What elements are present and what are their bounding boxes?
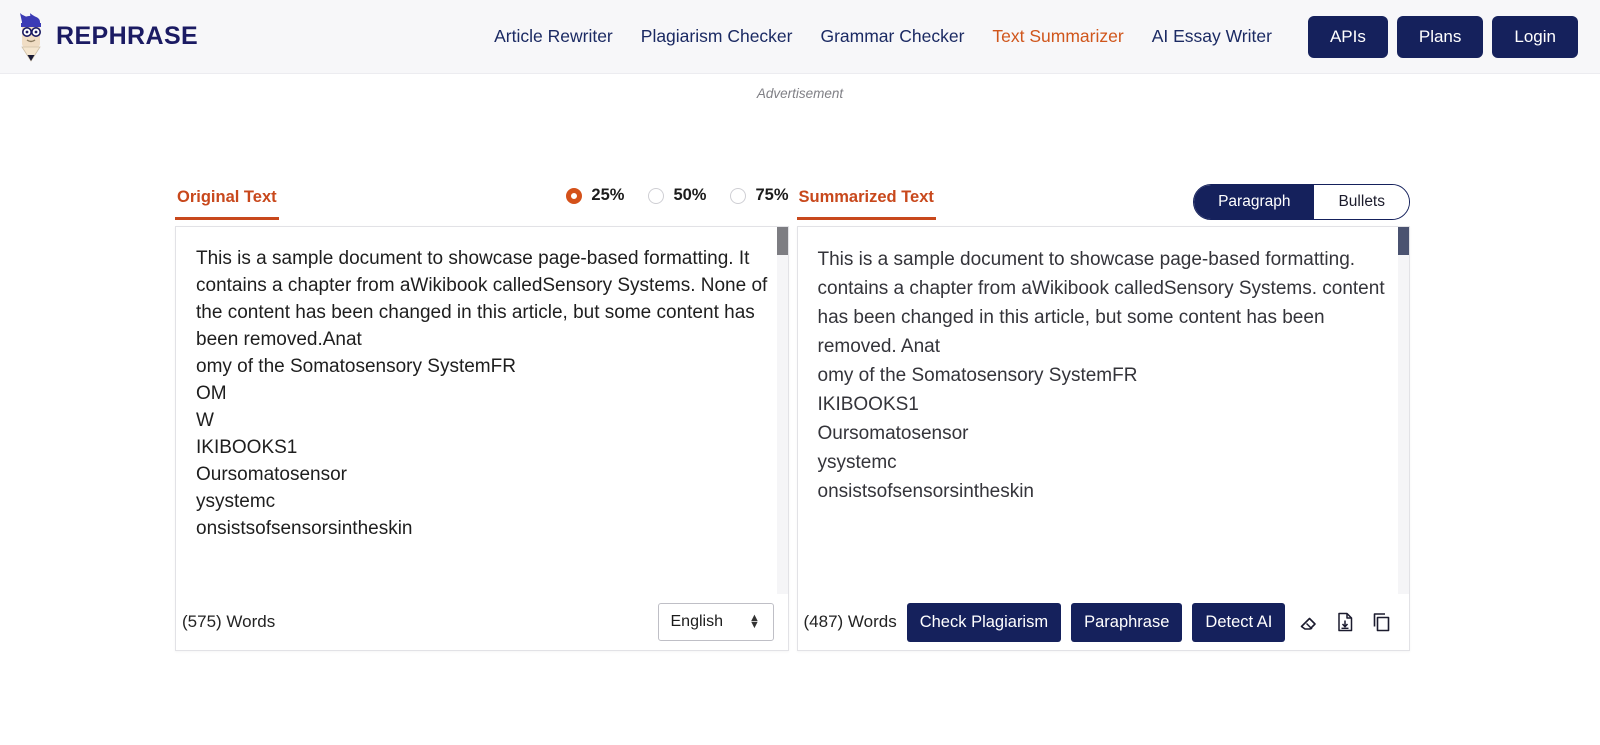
percent-radio-group: 25% 50% 75% [566,184,789,205]
summarized-word-count: (487) Words [803,612,897,631]
radio-dot-icon [648,187,665,204]
paraphrase-button[interactable]: Paraphrase [1071,602,1183,642]
radio-25-percent[interactable]: 25% [566,186,624,205]
radio-25-label: 25% [591,186,625,204]
copy-icon[interactable] [1368,607,1395,637]
original-text-editor-box: This is a sample document to showcase pa… [175,226,789,651]
original-footer-right: English ▲ ▼ [657,603,774,641]
summarized-scrollbar-thumb[interactable] [1398,227,1409,255]
site-header: REPHRASE Article Rewriter Plagiarism Che… [0,0,1600,74]
login-button[interactable]: Login [1492,15,1578,58]
brand-logo-group[interactable]: REPHRASE [14,11,198,63]
rephrase-mascot-icon [14,11,48,63]
original-scrollbar-thumb[interactable] [776,227,788,255]
advertisement-label: Advertisement [756,86,844,101]
nav-link-plagiarism-checker[interactable]: Plagiarism Checker [627,26,807,47]
apis-button[interactable]: APIs [1307,15,1388,58]
radio-50-label: 50% [673,186,707,204]
nav-link-article-rewriter[interactable]: Article Rewriter [480,26,627,47]
original-text-scroll-area[interactable]: This is a sample document to showcase pa… [176,227,788,594]
nav-link-ai-essay-writer[interactable]: AI Essay Writer [1138,26,1286,47]
summarized-text-editor-box: This is a sample document to showcase pa… [796,226,1410,651]
language-select-value: English [670,613,723,630]
original-word-count: (575) Words [182,612,276,631]
format-segmented-control: Paragraph Bullets [1193,184,1410,220]
summarized-text-scrollbar[interactable] [1398,227,1409,594]
summarized-text-scroll-area[interactable]: This is a sample document to showcase pa… [798,227,1409,594]
nav-link-text-summarizer[interactable]: Text Summarizer [978,26,1137,47]
summarized-text-tab[interactable]: Summarized Text [796,184,936,220]
summarized-text-content[interactable]: This is a sample document to showcase pa… [818,245,1390,506]
original-panel-header: Original Text 25% 50% 75% [175,184,789,226]
original-text-content[interactable]: This is a sample document to showcase pa… [196,245,768,542]
panels-row: Original Text 25% 50% 75% This is a samp… [0,184,1600,651]
summarized-panel-header: Summarized Text Paragraph Bullets [796,184,1410,226]
radio-dot-icon [566,187,583,204]
header-action-buttons: APIs Plans Login [1307,15,1578,58]
original-panel-footer: (575) Words English ▲ ▼ [176,594,788,650]
format-paragraph-button[interactable]: Paragraph [1194,185,1315,219]
eraser-icon[interactable] [1295,607,1322,637]
summarized-text-panel: Summarized Text Paragraph Bullets This i… [796,184,1410,651]
nav-link-grammar-checker[interactable]: Grammar Checker [806,26,978,47]
summarized-panel-footer: (487) Words Check Plagiarism Paraphrase … [797,594,1409,650]
detect-ai-button[interactable]: Detect AI [1192,602,1286,642]
radio-dot-icon [730,187,747,204]
chevron-updown-icon: ▲ ▼ [748,612,760,631]
original-text-panel: Original Text 25% 50% 75% This is a samp… [175,184,789,651]
original-text-scrollbar[interactable] [776,227,788,594]
radio-75-label: 75% [755,186,789,204]
language-select[interactable]: English ▲ ▼ [657,603,774,641]
format-toggle-group: Paragraph Bullets [1193,184,1410,220]
brand-name: REPHRASE [56,22,199,50]
radio-50-percent[interactable]: 50% [648,186,706,205]
check-plagiarism-button[interactable]: Check Plagiarism [906,602,1062,642]
format-bullets-button[interactable]: Bullets [1314,185,1409,219]
original-text-tab[interactable]: Original Text [175,184,279,220]
plans-button[interactable]: Plans [1396,15,1484,58]
radio-75-percent[interactable]: 75% [730,186,789,205]
summarizer-main: Original Text 25% 50% 75% This is a samp… [0,184,1600,651]
download-file-icon[interactable] [1332,607,1359,637]
advertisement-slot: Advertisement [0,74,1600,184]
main-navigation: Article Rewriter Plagiarism Checker Gram… [480,15,1578,58]
